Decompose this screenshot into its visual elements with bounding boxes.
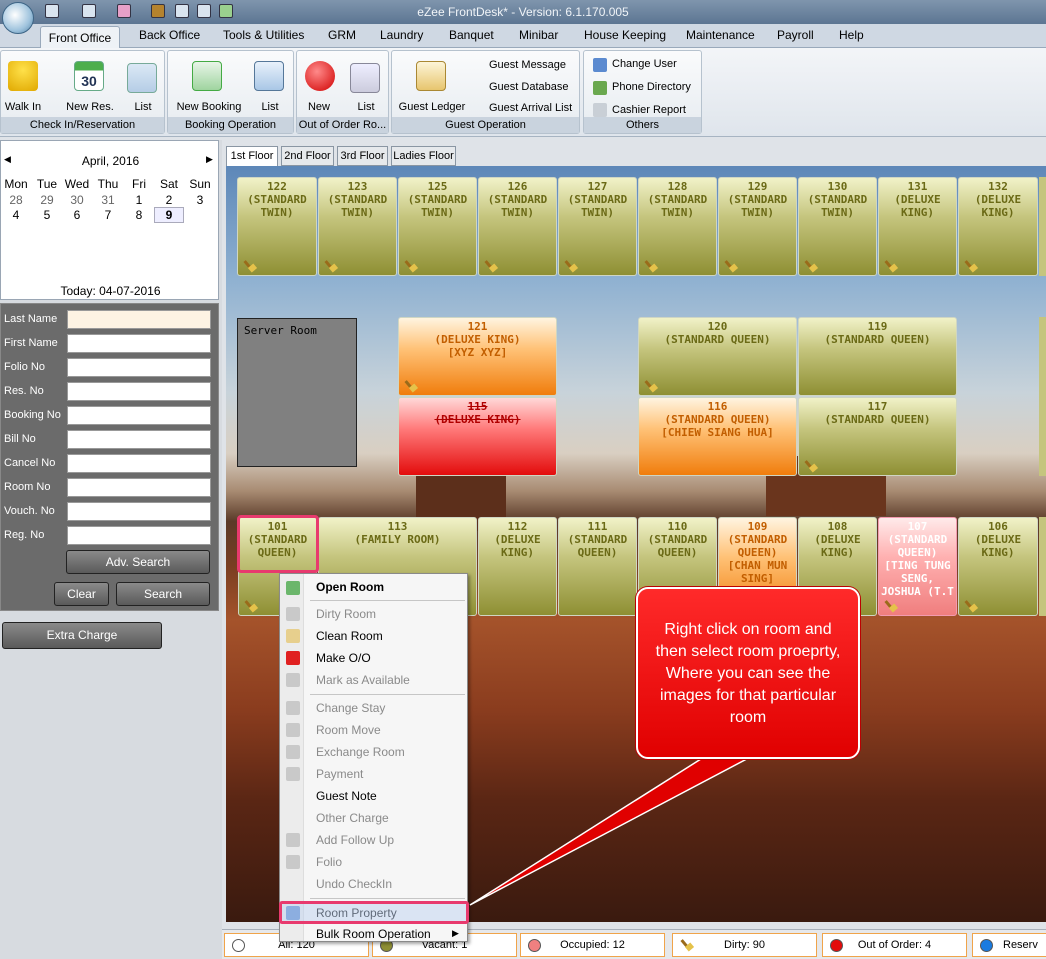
callout-pointer: [469, 751, 761, 906]
instruction-callout: Right click on room and then select room…: [636, 587, 860, 759]
